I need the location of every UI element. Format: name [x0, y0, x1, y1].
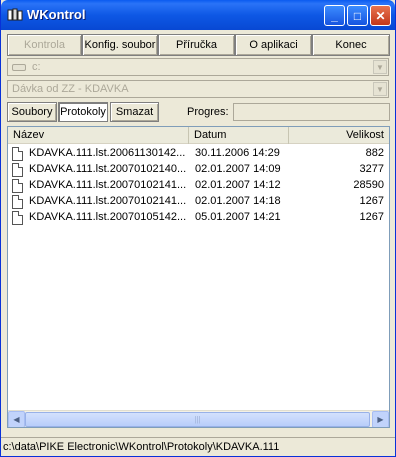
scrollbar-thumb[interactable]: ||| [25, 412, 370, 427]
list-header: Název Datum Velikost [8, 127, 389, 144]
file-icon [12, 179, 23, 193]
config-file-button[interactable]: Konfig. soubor [82, 34, 158, 56]
file-name: KDAVKA.111.lst.20070102141... [29, 179, 187, 191]
horizontal-scrollbar[interactable]: ◀ ||| ▶ [8, 410, 389, 427]
progress-label: Progres: [187, 106, 229, 118]
file-name: KDAVKA.111.lst.20070102140... [29, 163, 187, 175]
file-size: 1267 [359, 195, 384, 207]
file-list[interactable]: Název Datum Velikost KDAVKA.111.lst.2006… [7, 126, 390, 428]
maximize-button[interactable]: □ [347, 5, 368, 26]
drive-select-value: c: [32, 61, 41, 73]
window-title: WKontrol [27, 7, 86, 22]
batch-select[interactable]: Dávka od ZZ - KDAVKA ▼ [7, 80, 389, 98]
tab-soubory[interactable]: Soubory [7, 102, 57, 122]
file-size: 882 [365, 147, 384, 159]
file-name: KDAVKA.111.lst.20070105142... [29, 211, 187, 223]
title-bar[interactable]: WKontrol _ □ ✕ [1, 0, 395, 30]
table-row[interactable]: KDAVKA.111.lst.20070102141... 02.01.2007 … [8, 194, 389, 210]
file-date: 02.01.2007 14:18 [195, 195, 281, 207]
file-date: 02.01.2007 14:09 [195, 163, 281, 175]
drive-icon [12, 63, 26, 71]
exit-button[interactable]: Konec [312, 34, 390, 56]
column-header-date[interactable]: Datum [189, 127, 289, 144]
delete-button[interactable]: Smazat [110, 102, 159, 122]
batch-select-value: Dávka od ZZ - KDAVKA [12, 83, 129, 95]
minimize-button[interactable]: _ [324, 5, 345, 26]
close-button[interactable]: ✕ [370, 5, 391, 26]
progress-field [233, 103, 390, 121]
file-date: 30.11.2006 14:29 [195, 147, 280, 159]
scroll-right-icon[interactable]: ▶ [372, 411, 389, 427]
file-size: 3277 [359, 163, 384, 175]
main-window: WKontrol _ □ ✕ Kontrola Konfig. soubor P… [0, 0, 396, 457]
file-name: KDAVKA.111.lst.20061130142... [29, 147, 186, 159]
column-header-name[interactable]: Název [8, 127, 189, 144]
file-icon [12, 211, 23, 225]
status-bar: c:\data\PIKE Electronic\WKontrol\Protoko… [1, 437, 395, 456]
file-icon [12, 147, 23, 161]
chevron-down-icon[interactable]: ▼ [373, 60, 387, 74]
scrollbar-grip: ||| [194, 415, 201, 424]
scroll-left-icon[interactable]: ◀ [8, 411, 25, 427]
chevron-down-icon[interactable]: ▼ [373, 82, 387, 96]
column-header-size[interactable]: Velikost [289, 127, 389, 144]
file-date: 05.01.2007 14:21 [195, 211, 281, 223]
file-icon [12, 195, 23, 209]
file-date: 02.01.2007 14:12 [195, 179, 281, 191]
table-row[interactable]: KDAVKA.111.lst.20070102140... 02.01.2007 … [8, 162, 389, 178]
table-row[interactable]: KDAVKA.111.lst.20070102141... 02.01.2007 … [8, 178, 389, 194]
drive-select[interactable]: c: ▼ [7, 58, 389, 76]
app-icon[interactable] [7, 8, 23, 22]
file-icon [12, 163, 23, 177]
tab-protokoly[interactable]: Protokoly [58, 102, 108, 122]
file-size: 28590 [353, 179, 384, 191]
table-row[interactable]: KDAVKA.111.lst.20070105142... 05.01.2007 … [8, 210, 389, 226]
kontrola-button[interactable]: Kontrola [7, 34, 82, 56]
about-button[interactable]: O aplikaci [235, 34, 312, 56]
manual-button[interactable]: Příručka [158, 34, 235, 56]
file-name: KDAVKA.111.lst.20070102141... [29, 195, 187, 207]
file-size: 1267 [359, 211, 384, 223]
table-row[interactable]: KDAVKA.111.lst.20061130142... 30.11.2006 … [8, 146, 389, 162]
